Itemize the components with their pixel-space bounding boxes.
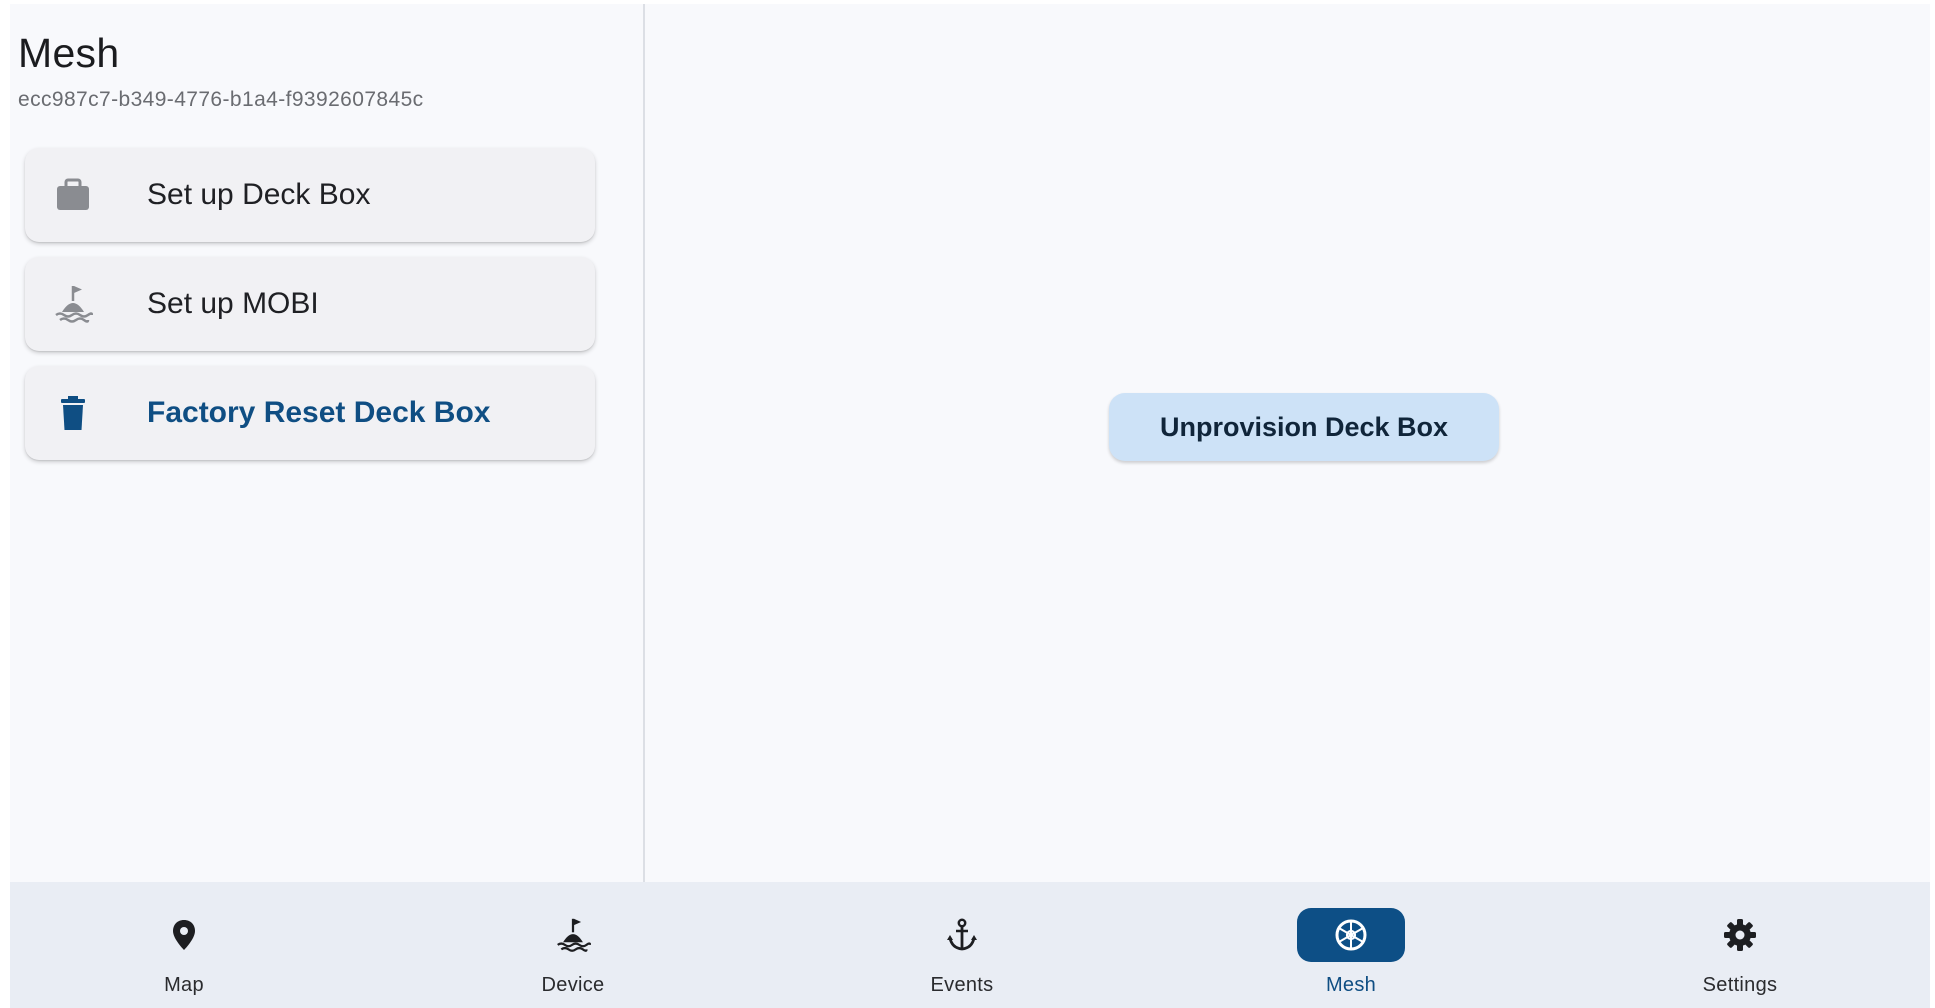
nav-item-mesh[interactable]: Mesh bbox=[1251, 882, 1451, 1008]
mesh-side-panel: Mesh ecc987c7-b349-4776-b1a4-f9392607845… bbox=[10, 4, 645, 882]
nav-label-settings: Settings bbox=[1702, 974, 1778, 996]
nav-item-device[interactable]: Device bbox=[473, 882, 673, 1008]
setup-deck-box-label: Set up Deck Box bbox=[147, 178, 371, 211]
buoy-icon bbox=[53, 284, 94, 324]
setup-deck-box-button[interactable]: Set up Deck Box bbox=[25, 148, 595, 242]
unprovision-deck-box-button[interactable]: Unprovision Deck Box bbox=[1109, 393, 1499, 461]
mesh-detail-panel: Unprovision Deck Box bbox=[645, 4, 1930, 882]
nav-item-map[interactable]: Map bbox=[84, 882, 284, 1008]
nav-label-events: Events bbox=[930, 974, 994, 996]
setup-mobi-label: Set up MOBI bbox=[147, 287, 319, 320]
buoy-icon bbox=[555, 917, 592, 953]
nav-item-events[interactable]: Events bbox=[862, 882, 1062, 1008]
nav-label-device: Device bbox=[541, 974, 605, 996]
ship-wheel-icon bbox=[1333, 917, 1369, 953]
anchor-icon bbox=[944, 917, 980, 953]
trash-icon bbox=[53, 393, 93, 433]
nav-label-mesh: Mesh bbox=[1325, 974, 1377, 996]
factory-reset-label: Factory Reset Deck Box bbox=[147, 396, 491, 429]
nav-item-settings[interactable]: Settings bbox=[1640, 882, 1840, 1008]
nav-label-map: Map bbox=[164, 974, 204, 996]
app-window: Mesh ecc987c7-b349-4776-b1a4-f9392607845… bbox=[10, 4, 1930, 1008]
mesh-id-text: ecc987c7-b349-4776-b1a4-f9392607845c bbox=[18, 88, 424, 111]
setup-mobi-button[interactable]: Set up MOBI bbox=[25, 257, 595, 351]
map-pin-icon bbox=[166, 917, 202, 953]
page-title: Mesh bbox=[18, 30, 120, 76]
briefcase-icon bbox=[53, 175, 93, 215]
bottom-navigation-bar: Map Device Events Mesh Settings bbox=[10, 882, 1930, 1008]
gear-icon bbox=[1722, 917, 1758, 953]
factory-reset-deck-box-button[interactable]: Factory Reset Deck Box bbox=[25, 366, 595, 460]
